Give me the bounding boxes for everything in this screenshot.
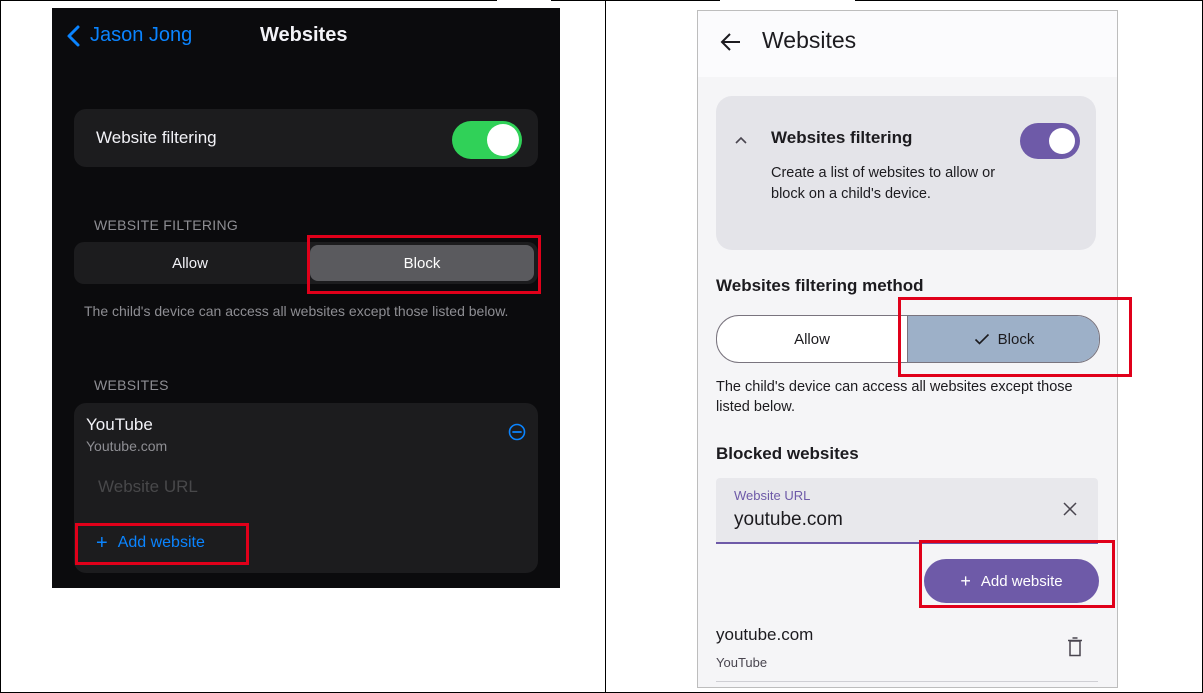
website-url-input[interactable]: Website URL (98, 477, 198, 497)
frame-gap (720, 0, 855, 8)
remove-circle-icon[interactable] (508, 423, 526, 441)
top-app-bar: Websites (698, 11, 1117, 77)
blocked-site-subtitle: YouTube (716, 655, 768, 670)
website-url-field[interactable]: Website URL youtube.com (716, 478, 1098, 544)
websites-filtering-switch[interactable] (1020, 123, 1080, 159)
filtering-method-title: Websites filtering method (716, 276, 924, 295)
website-filtering-row: Website filtering (74, 109, 538, 167)
section-header-website-filtering: WEBSITE FILTERING (94, 217, 239, 233)
section-header-websites: WEBSITES (94, 377, 169, 393)
highlight-android-add-website (919, 540, 1115, 608)
website-name: YouTube (86, 415, 153, 434)
page-title: Websites (762, 27, 857, 53)
ios-websites-screen: Jason Jong Websites Website filtering WE… (52, 8, 560, 588)
blocked-site-title: youtube.com (716, 625, 814, 644)
row-divider (716, 681, 1098, 682)
switch-knob (1049, 128, 1075, 154)
back-button[interactable]: Jason Jong (90, 24, 192, 47)
page-title: Websites (260, 24, 348, 46)
blocked-websites-title: Blocked websites (716, 444, 859, 463)
close-icon[interactable] (1062, 501, 1078, 517)
chevron-up-icon[interactable] (734, 135, 748, 145)
highlight-android-block (898, 297, 1132, 377)
frame-divider (605, 0, 606, 693)
website-filtering-toggle[interactable] (452, 121, 522, 159)
highlight-ios-block (307, 235, 541, 294)
delete-icon[interactable] (1067, 637, 1083, 657)
website-url-value[interactable]: youtube.com (734, 509, 843, 531)
websites-filtering-card: Websites filtering Create a list of webs… (716, 96, 1096, 250)
segment-allow[interactable]: Allow (74, 242, 306, 284)
website-domain: Youtube.com (86, 438, 168, 454)
arrow-back-icon[interactable] (720, 31, 742, 53)
websites-filtering-description: Create a list of websites to allow or bl… (771, 165, 996, 202)
chevron-left-icon[interactable] (64, 24, 84, 48)
toggle-knob (487, 124, 519, 156)
filter-method-description: The child's device can access all websit… (716, 379, 1073, 415)
ios-nav-bar: Jason Jong Websites (64, 22, 560, 52)
website-url-label: Website URL (734, 488, 811, 503)
segment-allow[interactable]: Allow (717, 316, 907, 362)
website-filtering-label: Website filtering (96, 128, 217, 147)
frame-gap (497, 0, 551, 8)
websites-filtering-title: Websites filtering (771, 128, 913, 147)
filter-mode-description: The child's device can access all websit… (84, 303, 509, 319)
highlight-ios-add-website (75, 523, 249, 565)
